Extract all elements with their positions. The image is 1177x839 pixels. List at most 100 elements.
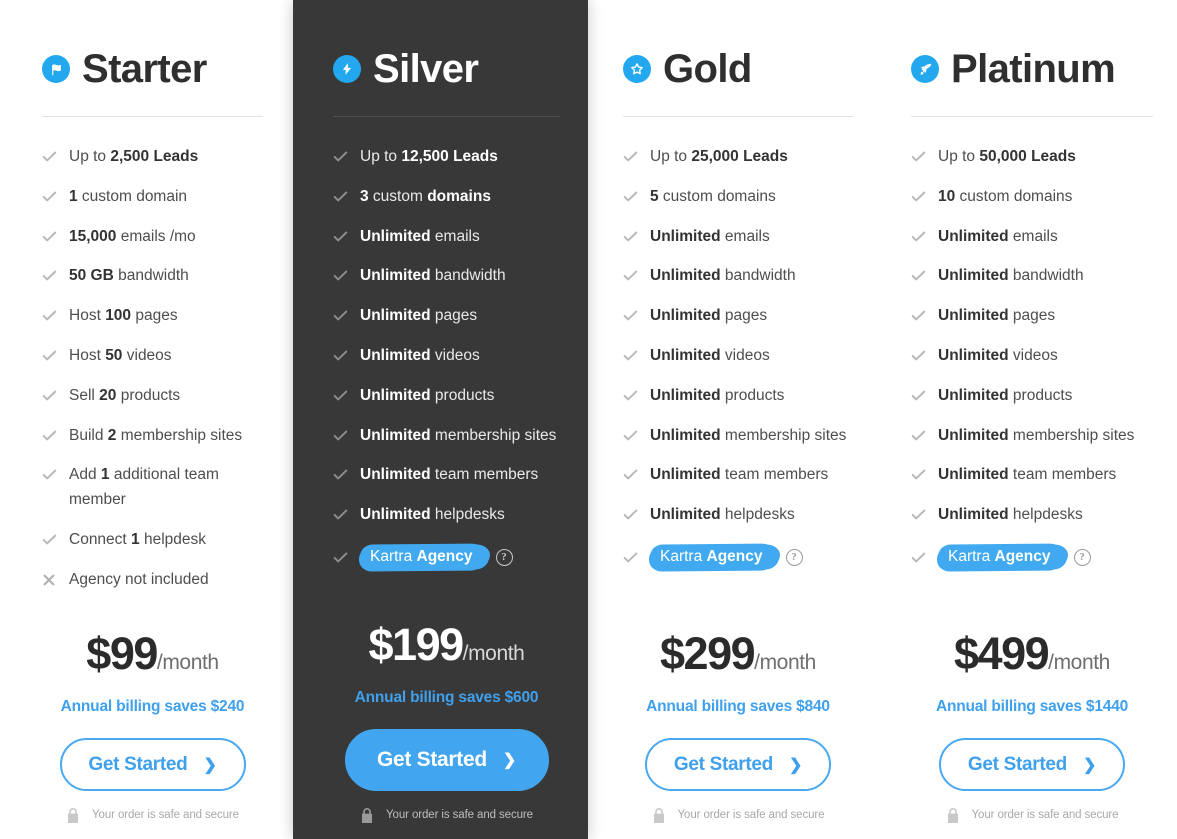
- lightning-bolt-icon: [333, 55, 361, 83]
- price-block: $199/month Annual billing saves $600 Get S…: [333, 622, 560, 839]
- feature-item: 5 custom domains: [623, 185, 853, 210]
- feature-label: 1 custom domain: [69, 187, 188, 205]
- get-started-button[interactable]: Get Started ❯: [59, 738, 246, 791]
- check-icon: [42, 349, 57, 362]
- header-divider: [911, 116, 1153, 117]
- header-divider: [623, 116, 853, 117]
- feature-label: Connect 1 helpdesk: [69, 530, 207, 548]
- help-question-icon[interactable]: ?: [1073, 548, 1091, 566]
- feature-list: Up to 12,500 Leads 3 custom domains Unlimi…: [333, 145, 560, 586]
- feature-item: Sell 20 products: [42, 384, 263, 409]
- chevron-right-icon: ❯: [502, 752, 516, 769]
- check-icon: [623, 468, 638, 481]
- lock-icon: [946, 807, 960, 824]
- agency-highlight: Kartra Agency?: [938, 543, 1153, 571]
- feature-label: Unlimited membership sites: [360, 426, 557, 444]
- get-started-button[interactable]: Get Started ❯: [344, 729, 549, 791]
- feature-item: Unlimited helpdesks: [623, 503, 853, 528]
- lock-icon: [66, 807, 80, 824]
- plan-name: Gold: [663, 47, 752, 91]
- feature-item: Unlimited products: [911, 384, 1153, 409]
- price-row: $99/month: [42, 631, 263, 676]
- feature-label: Unlimited team members: [650, 466, 829, 484]
- get-started-label: Get Started: [967, 753, 1067, 775]
- agency-highlight: Kartra Agency?: [650, 543, 853, 571]
- feature-item: Up to 12,500 Leads: [333, 145, 560, 170]
- check-icon: [333, 150, 348, 163]
- feature-list: Up to 50,000 Leads 10 custom domains Unlim…: [911, 145, 1153, 586]
- get-started-label: Get Started: [88, 753, 188, 775]
- plan-card-gold: Gold Up to 25,000 Leads 5 custom domains Un…: [588, 0, 881, 839]
- feature-label: Up to 50,000 Leads: [938, 148, 1076, 165]
- feature-list: Up to 2,500 Leads 1 custom domain 15,000 e…: [42, 145, 263, 608]
- feature-item: Add 1 additional team member: [42, 463, 263, 513]
- price-row: $499/month: [911, 631, 1153, 676]
- agency-highlight: Kartra Agency?: [360, 543, 560, 571]
- agency-label: Kartra Agency: [360, 543, 487, 571]
- feature-item-agency: Kartra Agency?: [333, 543, 560, 571]
- check-icon: [333, 508, 348, 521]
- feature-item: Unlimited helpdesks: [333, 503, 560, 528]
- feature-item: Build 2 membership sites: [42, 424, 263, 449]
- feature-item: Unlimited pages: [911, 304, 1153, 329]
- check-icon: [911, 429, 926, 442]
- chevron-right-icon: ❯: [203, 756, 217, 774]
- check-icon: [333, 389, 348, 402]
- check-icon: [42, 190, 57, 203]
- feature-label: Unlimited products: [938, 386, 1073, 404]
- feature-label: Build 2 membership sites: [69, 426, 243, 444]
- feature-label: Up to 2,500 Leads: [69, 148, 199, 165]
- help-question-icon[interactable]: ?: [785, 548, 803, 566]
- feature-item: 3 custom domains: [333, 185, 560, 210]
- feature-label: Up to 25,000 Leads: [650, 148, 788, 165]
- check-icon: [623, 349, 638, 362]
- feature-item: Unlimited membership sites: [623, 424, 853, 449]
- star-icon: [623, 55, 651, 83]
- feature-label: 50 GB bandwidth: [69, 267, 189, 285]
- feature-label: Unlimited products: [650, 386, 785, 404]
- feature-label: Unlimited bandwidth: [938, 267, 1084, 285]
- agency-label: Kartra Agency: [650, 543, 777, 571]
- feature-item: 1 custom domain: [42, 185, 263, 210]
- price-block: $499/month Annual billing saves $1440 Get …: [911, 631, 1153, 839]
- feature-label: Unlimited team members: [360, 466, 539, 484]
- check-icon: [623, 150, 638, 163]
- check-icon: [333, 190, 348, 203]
- get-started-button[interactable]: Get Started ❯: [645, 738, 831, 791]
- get-started-button[interactable]: Get Started ❯: [939, 738, 1125, 791]
- feature-label: Unlimited helpdesks: [650, 506, 795, 524]
- rocket-icon: [911, 55, 939, 83]
- plan-name: Silver: [373, 47, 479, 91]
- feature-label: Unlimited emails: [938, 227, 1058, 245]
- get-started-label: Get Started: [673, 753, 773, 775]
- check-icon: [333, 269, 348, 282]
- check-icon: [623, 230, 638, 243]
- feature-item: Unlimited membership sites: [911, 424, 1153, 449]
- check-icon: [42, 389, 57, 402]
- feature-label: Unlimited videos: [360, 346, 480, 364]
- feature-item: Unlimited bandwidth: [623, 264, 853, 289]
- help-question-icon[interactable]: ?: [495, 548, 513, 566]
- check-icon: [623, 309, 638, 322]
- feature-label: 5 custom domains: [650, 187, 776, 205]
- secure-text: Your order is safe and secure: [677, 809, 825, 821]
- check-icon: [333, 468, 348, 481]
- flag-icon: [42, 55, 70, 83]
- chevron-right-icon: ❯: [1083, 756, 1097, 774]
- plan-card-platinum: Platinum Up to 50,000 Leads 10 custom doma…: [881, 0, 1177, 839]
- cta-wrap: Get Started ❯: [623, 738, 853, 791]
- check-icon: [42, 468, 57, 481]
- price-amount: $199: [368, 619, 465, 670]
- secure-notice: Your order is safe and secure: [42, 805, 263, 835]
- price-row: $299/month: [623, 631, 853, 676]
- plan-name: Starter: [82, 47, 207, 91]
- check-icon: [911, 309, 926, 322]
- plan-header: Gold: [623, 40, 853, 98]
- feature-item: Host 100 pages: [42, 304, 263, 329]
- feature-item: 15,000 emails /mo: [42, 225, 263, 250]
- chevron-right-icon: ❯: [789, 756, 803, 774]
- feature-label: Unlimited membership sites: [938, 426, 1135, 444]
- feature-item: Unlimited membership sites: [333, 424, 560, 449]
- check-icon: [42, 230, 57, 243]
- feature-label: 15,000 emails /mo: [69, 227, 196, 245]
